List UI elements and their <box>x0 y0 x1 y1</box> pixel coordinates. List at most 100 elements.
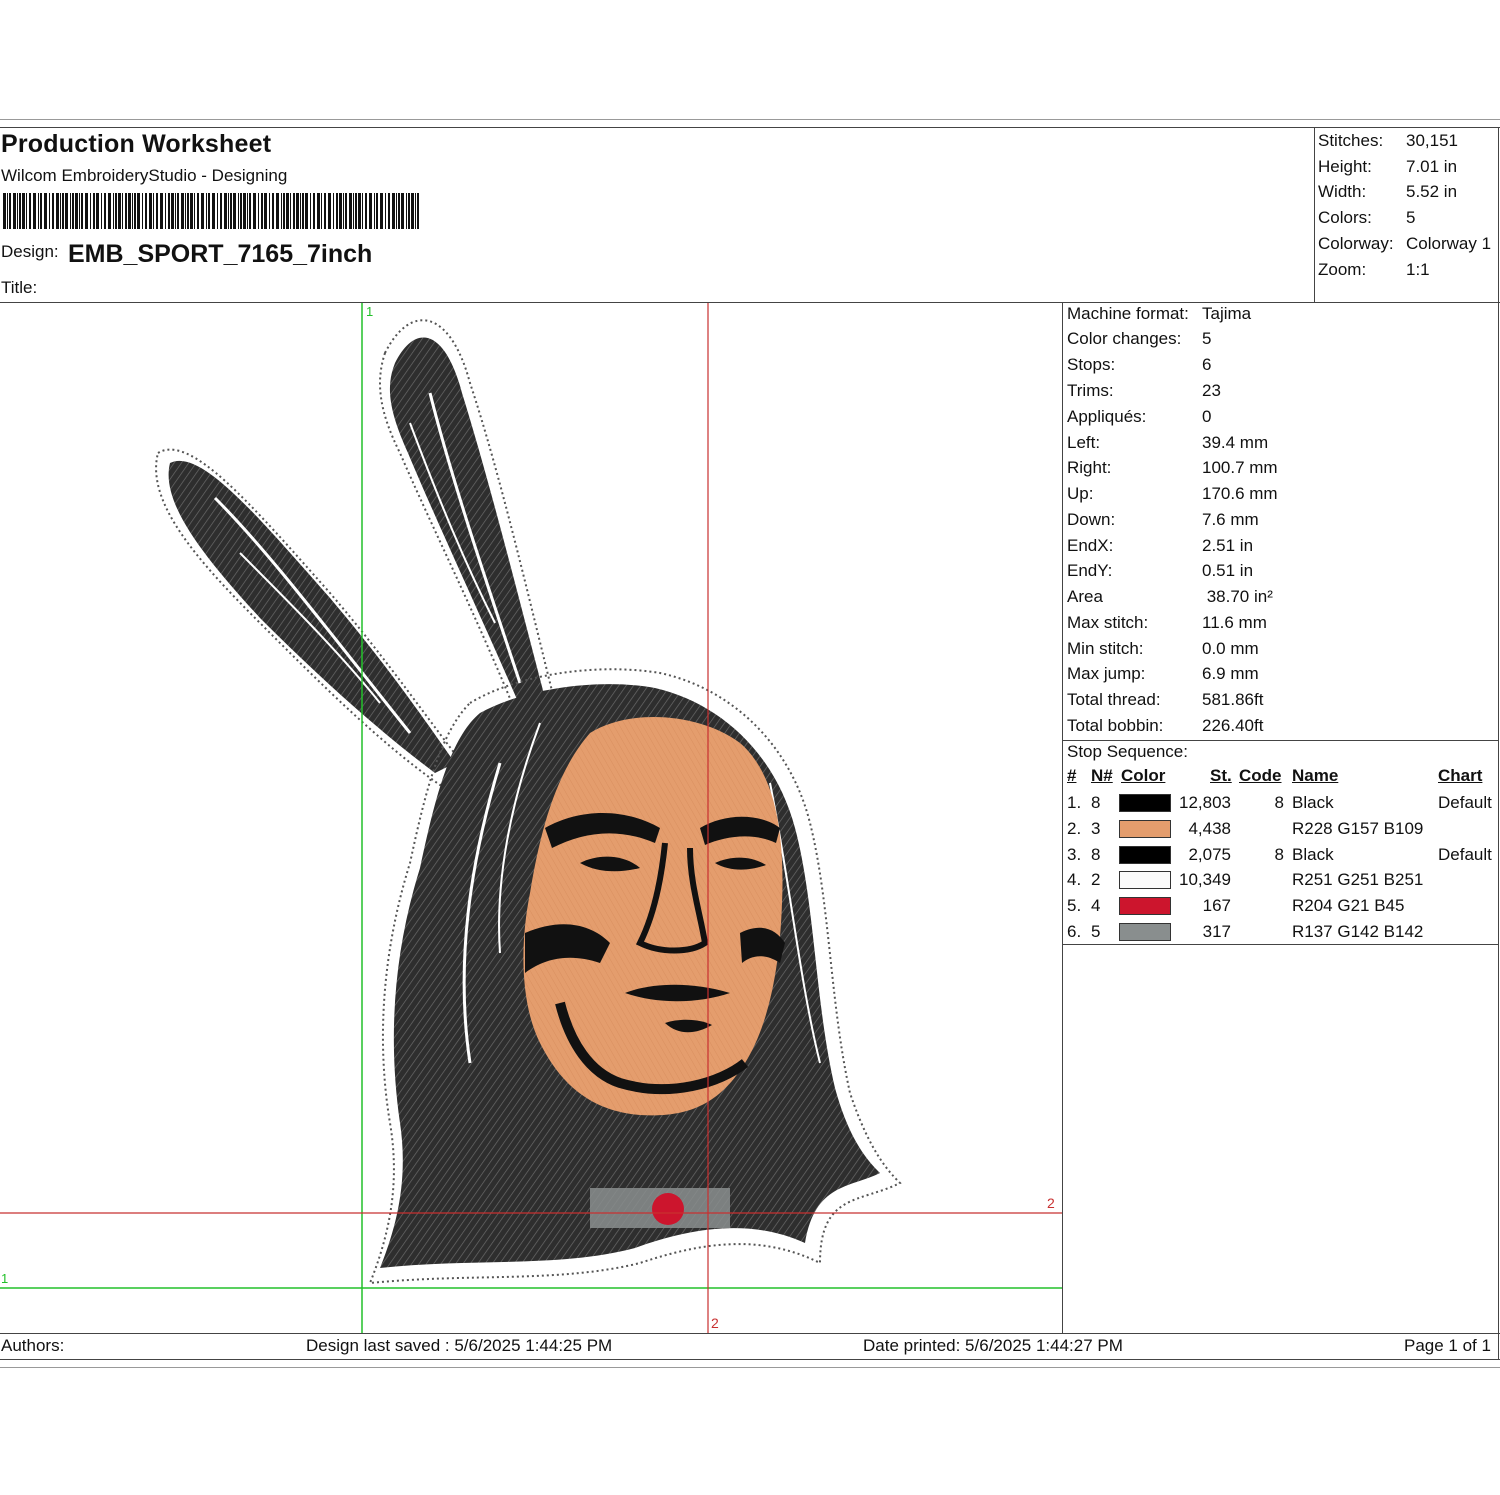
summary-value: 7.01 in <box>1406 157 1458 176</box>
info-label: Appliqués: <box>1067 407 1147 426</box>
info-label: Min stitch: <box>1067 639 1144 658</box>
barcode-bar <box>358 193 361 229</box>
barcode-bar <box>9 193 11 229</box>
row-needle: 4 <box>1091 896 1101 915</box>
row-chart: Default <box>1438 845 1492 864</box>
info-label: Max stitch: <box>1067 613 1149 632</box>
info-value: 38.70 in² <box>1202 587 1273 606</box>
row-stitches: 167 <box>1202 896 1231 915</box>
barcode-bar <box>190 193 193 229</box>
row-needle: 5 <box>1091 922 1101 941</box>
row-num: 6. <box>1067 922 1082 941</box>
summary-divider <box>1314 127 1315 302</box>
barcode-bar <box>17 193 18 229</box>
barcode-bar <box>349 193 352 229</box>
barcode-bar <box>175 193 176 229</box>
barcode-bar <box>134 193 136 229</box>
barcode-bar <box>317 193 320 229</box>
barcode-bar <box>201 193 204 229</box>
info-value: 0 <box>1202 407 1212 426</box>
info-label: Right: <box>1067 458 1112 477</box>
row-name: R251 G251 B251 <box>1292 870 1424 889</box>
barcode-bar <box>253 193 256 229</box>
barcode-bar <box>75 193 78 229</box>
info-label: EndY: <box>1067 561 1113 580</box>
info-label: Color changes: <box>1067 329 1182 348</box>
info-panel-divider <box>1062 302 1063 1333</box>
info-value: 0.0 mm <box>1202 639 1259 658</box>
barcode-bar <box>177 193 179 229</box>
barcode-bar <box>290 193 291 229</box>
barcode-bar <box>376 193 378 229</box>
barcode-bar <box>137 193 140 229</box>
color-swatch <box>1119 923 1171 941</box>
barcode-bar <box>122 193 123 229</box>
info-value: 7.6 mm <box>1202 510 1259 529</box>
barcode-bar <box>142 193 143 229</box>
barcode-bar <box>300 193 301 229</box>
row-name: R137 G142 B142 <box>1292 922 1424 941</box>
barcode-bar <box>52 193 54 229</box>
barcode-bar <box>310 193 311 229</box>
info-label: Total bobbin: <box>1067 716 1164 735</box>
row-stitches: 10,349 <box>1179 870 1231 889</box>
barcode-bar <box>22 193 25 229</box>
row-chart: Default <box>1438 793 1492 812</box>
barcode-bar <box>13 193 16 229</box>
guide-label-green-left: 1 <box>1 1271 8 1286</box>
barcode-bar <box>70 193 71 229</box>
color-swatch <box>1119 820 1171 838</box>
software-name: Wilcom EmbroideryStudio - Designing <box>1 166 288 185</box>
barcode-bar <box>149 193 152 229</box>
barcode-bar <box>417 193 419 229</box>
barcode-bar <box>153 193 154 229</box>
barcode-bar <box>101 193 102 229</box>
barcode-bar <box>65 193 68 229</box>
barcode-bar <box>247 193 248 229</box>
barcode-bar <box>396 193 397 229</box>
row-name: R204 G21 B45 <box>1292 896 1405 915</box>
row-num: 5. <box>1067 896 1082 915</box>
barcode-bar <box>293 193 295 229</box>
info-value: Tajima <box>1202 304 1252 323</box>
row-num: 2. <box>1067 819 1082 838</box>
info-label: Max jump: <box>1067 664 1146 683</box>
barcode-bar <box>7 193 8 229</box>
color-swatch <box>1119 846 1171 864</box>
bottom-outer-rule <box>0 1367 1500 1368</box>
col-header-name: Name <box>1292 766 1339 785</box>
design-preview: 1 1 2 2 <box>0 303 1062 1333</box>
info-value: 39.4 mm <box>1202 433 1269 452</box>
barcode-bar <box>62 193 64 229</box>
info-value: 226.40ft <box>1202 716 1264 735</box>
summary-label: Zoom: <box>1318 260 1367 279</box>
row-needle: 2 <box>1091 870 1101 889</box>
barcode-bar <box>302 193 304 229</box>
info-value: 23 <box>1202 381 1221 400</box>
barcode-bar <box>197 193 199 229</box>
barcode-bar <box>108 193 111 229</box>
barcode-bar <box>276 193 279 229</box>
barcode-bar <box>339 193 342 229</box>
title-label: Title: <box>1 278 38 297</box>
col-header-color: Color <box>1121 766 1166 785</box>
col-header-code: Code <box>1239 766 1282 785</box>
barcode-bar <box>264 193 267 229</box>
row-name: Black <box>1292 845 1334 864</box>
barcode-bar <box>125 193 127 229</box>
top-rule <box>0 127 1500 128</box>
top-outer-rule <box>0 119 1500 120</box>
page-number: Page 1 of 1 <box>1404 1336 1491 1355</box>
col-header-chart: Chart <box>1438 766 1483 785</box>
barcode-bar <box>145 193 147 229</box>
barcode-bar <box>336 193 338 229</box>
barcode-bar <box>324 193 326 229</box>
barcode-bar <box>56 193 59 229</box>
barcode-bar <box>398 193 400 229</box>
barcode-bar <box>374 193 375 229</box>
col-header-stitches: St. <box>1210 766 1232 785</box>
barcode-bar <box>194 193 195 229</box>
info-label: Up: <box>1067 484 1094 503</box>
barcode-bar <box>160 193 163 229</box>
info-label: Stops: <box>1067 355 1116 374</box>
